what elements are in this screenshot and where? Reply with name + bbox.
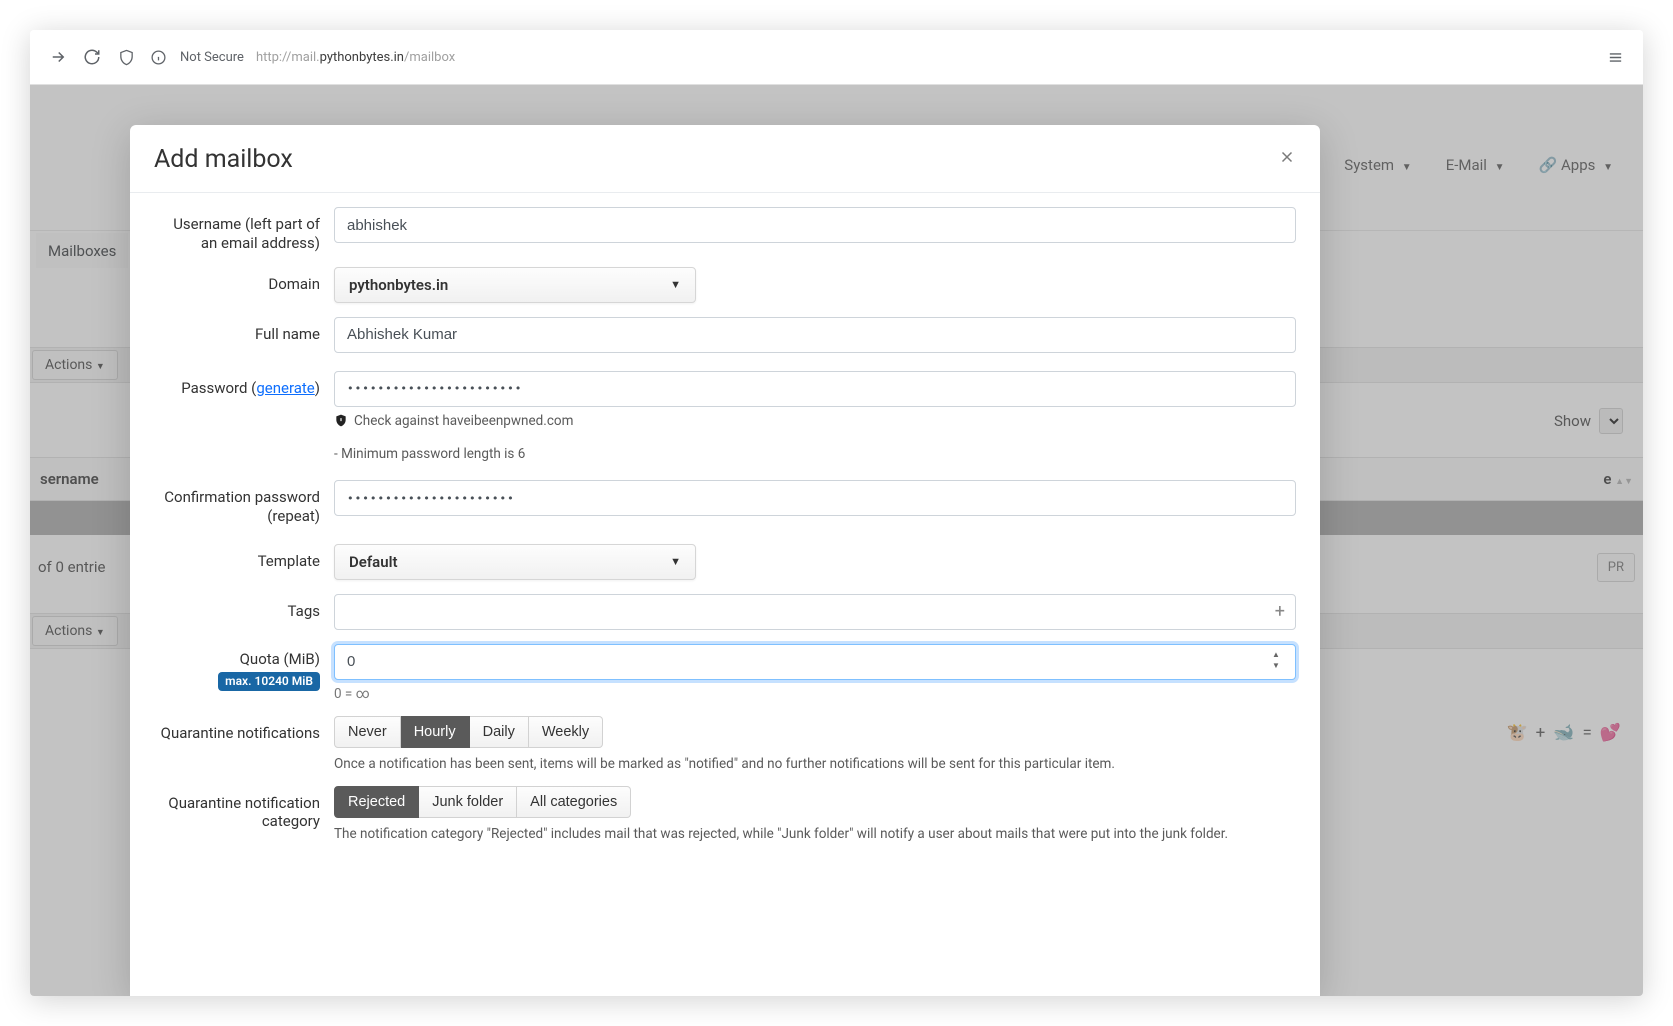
password-input[interactable] <box>334 371 1296 407</box>
qn-never[interactable]: Never <box>334 716 401 748</box>
shield-icon[interactable] <box>116 47 136 67</box>
tags-input[interactable]: + <box>334 594 1296 630</box>
qc-junk[interactable]: Junk folder <box>419 786 517 818</box>
minpw-hint: - Minimum password length is 6 <box>334 446 1296 462</box>
label-fullname: Full name <box>154 317 334 344</box>
qn-note: Once a notification has been sent, items… <box>334 756 1296 772</box>
qc-all[interactable]: All categories <box>517 786 631 818</box>
quota-zero-hint: 0 = ∞ <box>334 686 1296 702</box>
label-username: Username (left part of an email address) <box>154 207 334 253</box>
qc-group: Rejected Junk folder All categories <box>334 786 631 818</box>
quota-input[interactable] <box>334 644 1296 680</box>
url-display[interactable]: http://mail.pythonbytes.in/mailbox <box>256 50 455 65</box>
generate-link[interactable]: generate <box>256 379 314 397</box>
chevron-down-icon: ▼ <box>670 555 681 568</box>
label-domain: Domain <box>154 267 334 294</box>
modal-title: Add mailbox <box>154 145 293 174</box>
info-icon[interactable] <box>148 47 168 67</box>
label-password: Password (generate) <box>154 371 334 398</box>
qc-note: The notification category "Rejected" inc… <box>334 826 1296 842</box>
hibp-hint: Check against haveibeenpwned.com <box>334 413 1296 433</box>
add-mailbox-modal: Add mailbox Username (left part of an em… <box>130 125 1320 996</box>
domain-dropdown[interactable]: pythonbytes.in ▼ <box>334 267 696 303</box>
label-qn: Quarantine notifications <box>154 716 334 743</box>
quota-max-badge: max. 10240 MiB <box>218 672 320 691</box>
username-input[interactable] <box>334 207 1296 243</box>
qn-group: Never Hourly Daily Weekly <box>334 716 603 748</box>
reload-icon[interactable] <box>82 47 102 67</box>
label-quota: Quota (MiB) <box>154 650 320 669</box>
plus-icon[interactable]: + <box>1275 601 1285 622</box>
label-tags: Tags <box>154 594 334 621</box>
confirm-password-input[interactable] <box>334 480 1296 516</box>
not-secure-label: Not Secure <box>180 50 244 65</box>
qn-hourly[interactable]: Hourly <box>401 716 470 748</box>
template-dropdown[interactable]: Default ▼ <box>334 544 696 580</box>
label-qc: Quarantine notification category <box>154 786 334 832</box>
browser-toolbar: Not Secure http://mail.pythonbytes.in/ma… <box>30 30 1643 85</box>
label-confirm: Confirmation password (repeat) <box>154 480 334 526</box>
qn-daily[interactable]: Daily <box>470 716 529 748</box>
close-icon[interactable] <box>1278 148 1296 172</box>
spinner-icon[interactable]: ▲▼ <box>1272 650 1288 670</box>
label-template: Template <box>154 544 334 571</box>
chevron-down-icon: ▼ <box>670 278 681 291</box>
shield-check-icon <box>334 413 348 428</box>
qn-weekly[interactable]: Weekly <box>529 716 603 748</box>
qc-rejected[interactable]: Rejected <box>334 786 419 818</box>
forward-icon[interactable] <box>48 47 68 67</box>
menu-icon[interactable] <box>1605 47 1625 67</box>
fullname-input[interactable] <box>334 317 1296 353</box>
